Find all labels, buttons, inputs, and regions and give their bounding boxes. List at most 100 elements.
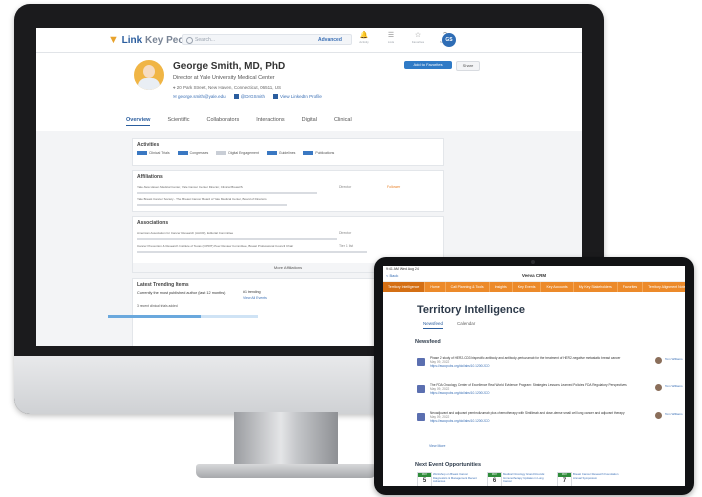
user-avatar[interactable]: GS <box>442 33 456 47</box>
article-icon <box>417 358 425 366</box>
event-date: MAY 6 <box>487 472 502 486</box>
affiliation-row: Yale Breast Cancer Society - The Breast … <box>137 197 267 201</box>
event-title: Workshop on Breast Cancer Diagnostics & … <box>433 472 477 483</box>
activity-item: Publications <box>303 151 334 156</box>
nav-favorites[interactable]: Favorites <box>618 282 644 292</box>
share-button[interactable]: Share <box>456 61 480 71</box>
camera-icon <box>531 260 535 264</box>
twitter-text: @DrGSmith <box>240 94 265 99</box>
email-link[interactable]: ✉ george.smith@yale.edu <box>173 94 226 100</box>
nav-activity-label: Activity <box>359 40 369 44</box>
profile-title: Director at Yale University Medical Cent… <box>173 75 275 81</box>
email-text: george.smith@yale.edu <box>178 94 226 99</box>
linkedin-link[interactable]: View LinkedIn Profile <box>272 94 322 100</box>
tab-digital[interactable]: Digital <box>302 117 317 126</box>
profile-address: ⌖ 20 Park Street, New Haven, Connecticut… <box>173 85 281 90</box>
news-item[interactable]: The FDA Oncology Center of Excellence Re… <box>417 383 683 407</box>
nav-lists-label: Lists <box>387 40 395 44</box>
nav-favorites-label: Favorites <box>411 40 425 44</box>
news-person-name[interactable]: Tom Williams <box>665 357 685 361</box>
activity-item: Digital Engagement <box>216 151 259 156</box>
news-person-name[interactable]: Tom Williams <box>665 384 685 388</box>
news-title: Phase 2 study of HER2-CD3 bispecific ant… <box>430 356 621 360</box>
news-link[interactable]: https://ascopubs.org/doi/abs/10.1200/JCO <box>430 391 642 395</box>
events-row: MAY 5 Workshop on Breast Cancer Diagnost… <box>417 472 619 486</box>
logo-mark-icon: ▼ <box>108 34 119 46</box>
event-card[interactable]: MAY 5 Workshop on Breast Cancer Diagnost… <box>417 472 479 486</box>
view-all-events-link[interactable]: View All Events <box>243 296 267 300</box>
trending-text: Currently the most published author (las… <box>137 291 226 295</box>
page-title: Territory Intelligence <box>417 304 525 316</box>
event-date: MAY 7 <box>557 472 572 486</box>
nav-icon-group: 🔔 Activity ☰ Lists ☆ Favorites ? Support <box>354 31 455 44</box>
avatar <box>655 412 662 419</box>
avatar <box>655 384 662 391</box>
add-to-favorites-button[interactable]: Add to Favorites <box>404 61 452 69</box>
event-date: MAY 5 <box>417 472 432 486</box>
twitter-link[interactable]: @DrGSmith <box>233 94 265 100</box>
news-item[interactable]: Neoadjuvant and adjuvant pembrolizumab p… <box>417 411 683 435</box>
news-link[interactable]: https://ascopubs.org/doi/abs/10.1200/JCO <box>430 364 642 368</box>
tab-interactions[interactable]: Interactions <box>256 117 284 126</box>
follower-badge[interactable]: Follower <box>387 185 400 189</box>
events-heading: Next Event Opportunities <box>415 462 482 468</box>
activities-title: Activities <box>137 142 160 148</box>
association-row: American Association for Cancer Research… <box>137 231 234 235</box>
event-card[interactable]: MAY 7 Breast Cancer Research Foundation … <box>557 472 619 486</box>
bell-icon: 🔔 <box>359 32 369 39</box>
view-more-link[interactable]: View More <box>429 444 445 448</box>
twitter-icon <box>233 94 239 100</box>
trending-progress-bar <box>108 315 258 318</box>
trending-progress-fill <box>108 315 201 318</box>
event-title: Breast Cancer Research Foundation Annual… <box>573 472 619 480</box>
news-person-name[interactable]: Tom Williams <box>665 412 685 416</box>
activity-item: Guidelines <box>266 151 295 156</box>
profile-header: George Smith, MD, PhD Director at Yale U… <box>36 53 582 131</box>
profile-tabs: Overview Scientific Collaborators Intera… <box>126 117 352 126</box>
event-card[interactable]: MAY 6 Medical Oncology Grand Rounds: Imm… <box>487 472 549 486</box>
event-title: Medical Oncology Grand Rounds: Immunothe… <box>503 472 545 483</box>
trending-badge: #1 trending <box>243 290 261 294</box>
star-icon: ☆ <box>414 32 422 39</box>
activities-panel: Activities Clinical Trials Congresses Di… <box>132 138 444 166</box>
tab-collaborators[interactable]: Collaborators <box>206 117 239 126</box>
activity-item: Congresses <box>177 151 208 156</box>
tab-newsfeed[interactable]: Newsfeed <box>423 321 444 329</box>
tab-scientific[interactable]: Scientific <box>167 117 189 126</box>
nav-alignment-notes[interactable]: Territory Alignment Notes <box>643 282 685 292</box>
news-link[interactable]: https://ascopubs.org/doi/abs/10.1200/JCO <box>430 419 642 423</box>
tablet-device: 9:41 AM Wed Aug 24 < Back Veeva CRM Terr… <box>374 257 694 495</box>
tab-clinical[interactable]: Clinical <box>334 117 352 126</box>
nav-home[interactable]: Home <box>425 282 446 292</box>
nav-key-events[interactable]: Key Events <box>513 282 542 292</box>
tab-overview[interactable]: Overview <box>126 117 151 126</box>
monitor-base <box>196 464 376 478</box>
tablet-tabs: Newsfeed Calendar <box>423 321 475 329</box>
association-row: Cancer Prevention & Research Institute o… <box>137 244 294 248</box>
newsfeed-heading: Newsfeed <box>415 339 441 345</box>
nav-lists[interactable]: ☰ Lists <box>381 31 401 44</box>
nav-key-stakeholders[interactable]: My Key Stakeholders <box>574 282 618 292</box>
nav-insights[interactable]: Insights <box>490 282 513 292</box>
profile-links: ✉ george.smith@yale.edu @DrGSmith View L… <box>173 94 322 100</box>
profile-address-text: 20 Park Street, New Haven, Connecticut, … <box>176 85 282 90</box>
affiliations-panel: Affiliations Yale-New Haven Medical Cent… <box>132 170 444 212</box>
linkedin-icon <box>272 94 278 100</box>
affiliation-role: Director <box>339 185 352 189</box>
association-role: Director <box>339 231 352 235</box>
nav-favorites[interactable]: ☆ Favorites <box>408 31 428 44</box>
news-title: The FDA Oncology Center of Excellence Re… <box>430 383 627 387</box>
avatar <box>655 357 662 364</box>
tablet-app-title: Veeva CRM <box>521 273 547 278</box>
profile-name: George Smith, MD, PhD <box>173 61 286 72</box>
advanced-search-button[interactable]: Advanced <box>318 37 342 43</box>
nav-activity[interactable]: 🔔 Activity <box>354 31 374 44</box>
tab-calendar[interactable]: Calendar <box>457 321 475 329</box>
news-item[interactable]: Phase 2 study of HER2-CD3 bispecific ant… <box>417 356 683 380</box>
nav-territory-intelligence[interactable]: Territory Intelligence <box>383 282 426 292</box>
nav-call-planning[interactable]: Call Planning & Tools <box>446 282 490 292</box>
trending-title: Latest Trending Items <box>137 282 189 288</box>
nav-key-accounts[interactable]: Key Accounts <box>541 282 574 292</box>
tablet-main-nav: Territory Intelligence Home Call Plannin… <box>383 282 685 292</box>
affiliations-title: Affiliations <box>137 174 163 180</box>
